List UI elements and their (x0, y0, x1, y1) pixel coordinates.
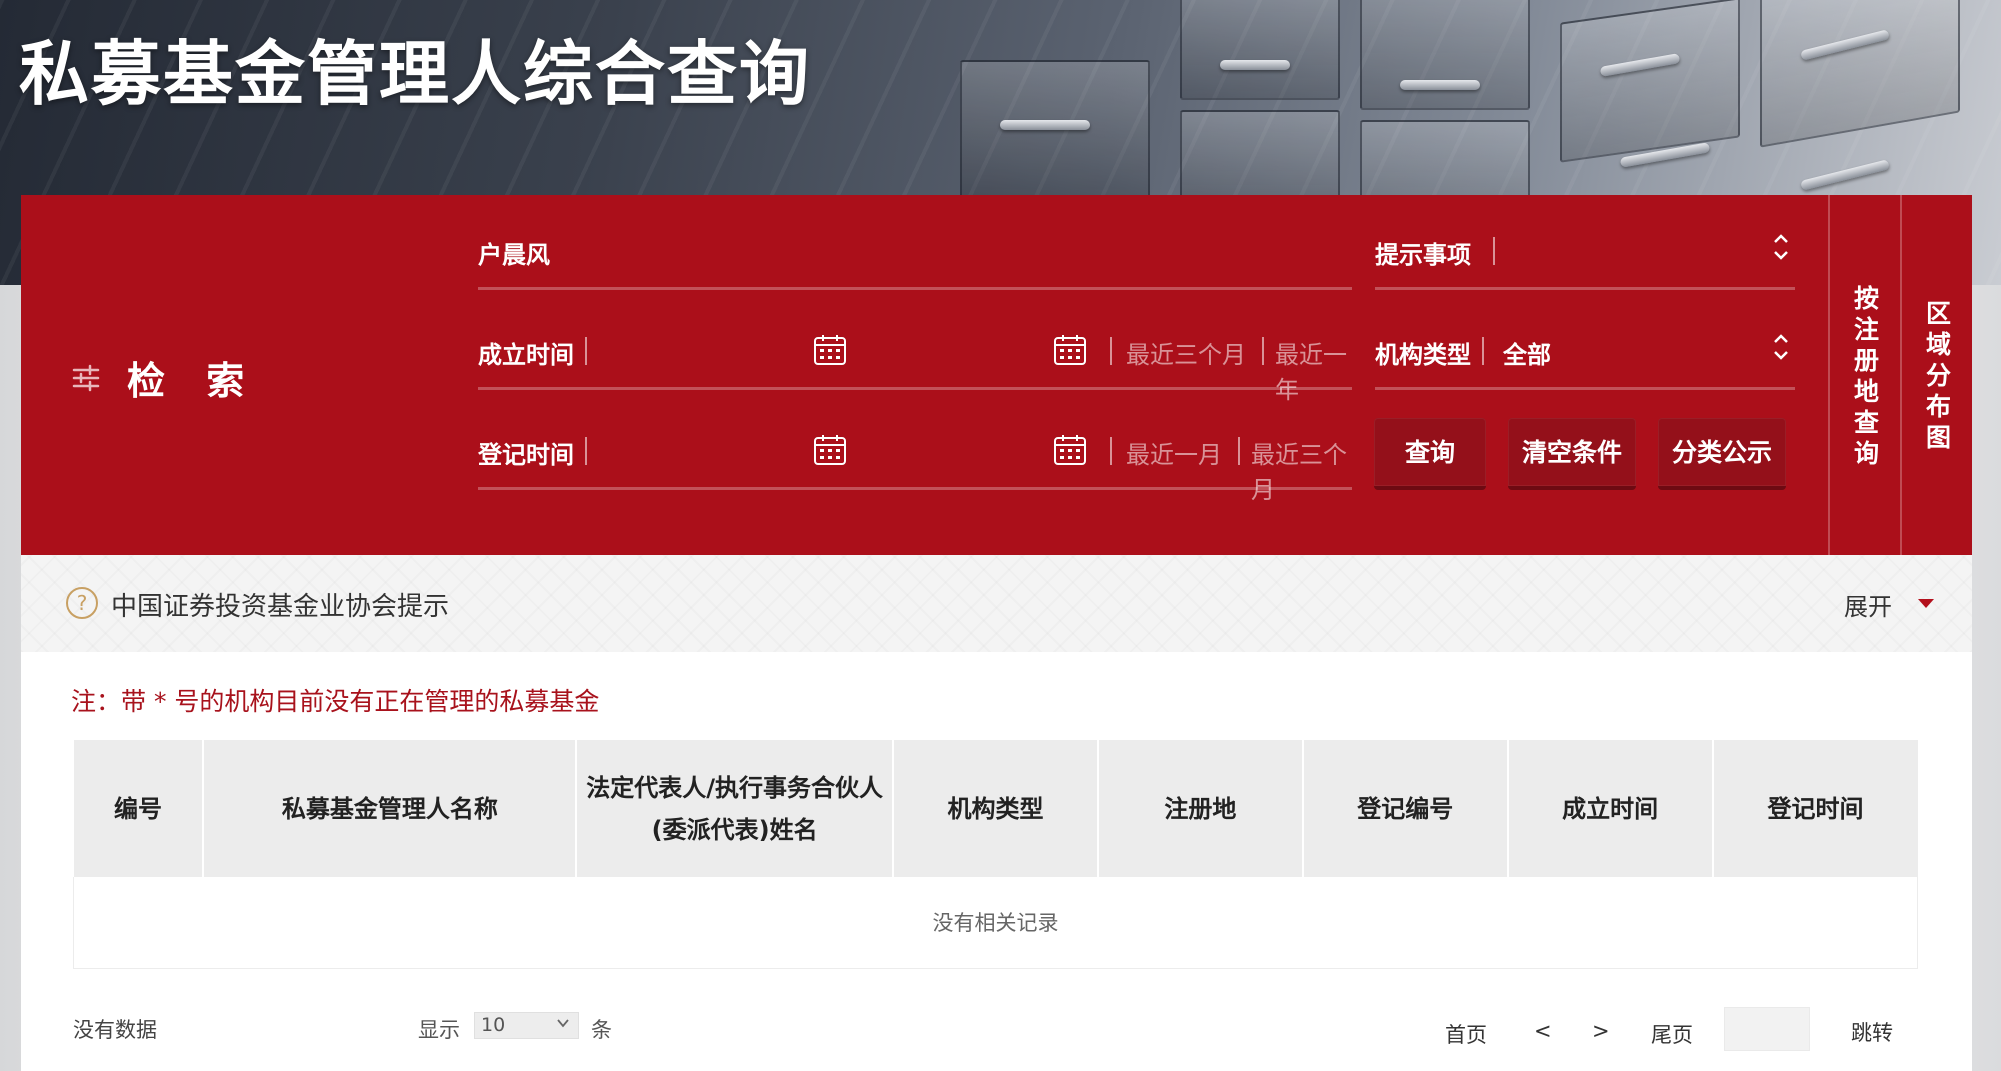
page-size-select[interactable]: 10 (474, 1012, 579, 1039)
keyword-input[interactable]: 户晨风 (478, 215, 1352, 290)
column-header[interactable]: 登记编号 (1301, 740, 1508, 877)
search-heading-label: 检 索 (127, 359, 259, 403)
page-size-unit: 条 (591, 1018, 612, 1042)
banner-decor (1360, 0, 1530, 110)
tab-region-map-label: 区域分布图 (1922, 300, 1952, 455)
calendar-start-icon[interactable] (813, 333, 847, 367)
query-button[interactable]: 查询 (1374, 418, 1486, 490)
updown-chevron-icon (1774, 234, 1788, 260)
table-header-row: 编号 私募基金管理人名称 法定代表人/执行事务合伙人(委派代表)姓名 机构类型 … (73, 740, 1918, 877)
search-heading: 检 索 (71, 350, 258, 405)
banner-decor (1000, 120, 1090, 130)
tab-by-registration-place[interactable]: 按注册地查询 (1828, 195, 1899, 555)
quick-established-3m[interactable]: 最近三个月 (1126, 335, 1246, 370)
column-header[interactable]: 机构类型 (892, 740, 1098, 877)
column-header[interactable]: 注册地 (1096, 740, 1303, 877)
banner-decor (960, 60, 1150, 200)
empty-state-message: 没有相关记录 (73, 877, 1918, 969)
next-page-button[interactable]: > (1592, 1019, 1610, 1043)
banner-decor (1400, 80, 1480, 90)
org-type-value: 全部 (1503, 341, 1551, 369)
hint-select[interactable]: 提示事项 (1375, 215, 1795, 290)
keyword-input-value: 户晨风 (478, 241, 550, 269)
association-notice: ? 中国证券投资基金业协会提示 展开 (21, 555, 1972, 652)
field-divider (1110, 437, 1112, 465)
registered-time-range: 登记时间 最近一月 最近三个月 (478, 415, 1352, 504)
jump-button[interactable]: 跳转 (1851, 1017, 1893, 1047)
registered-time-label: 登记时间 (478, 441, 574, 469)
column-header[interactable]: 登记时间 (1711, 740, 1918, 877)
column-header[interactable]: 编号 (73, 740, 204, 877)
field-divider (585, 437, 587, 465)
updown-chevron-icon (1774, 334, 1788, 360)
column-header[interactable]: 私募基金管理人名称 (202, 740, 577, 877)
quick-registered-1m[interactable]: 最近一月 (1126, 435, 1222, 470)
org-type-select[interactable]: 机构类型 全部 (1375, 315, 1795, 390)
footnote: 注：带 * 号的机构目前没有正在管理的私募基金 (71, 687, 600, 716)
last-page-button[interactable]: 尾页 (1651, 1019, 1693, 1049)
banner-decor (1220, 60, 1290, 70)
clear-conditions-button[interactable]: 清空条件 (1508, 418, 1636, 490)
page-title: 私募基金管理人综合查询 (19, 33, 811, 115)
hint-select-label: 提示事项 (1375, 241, 1471, 269)
page-jump-input[interactable] (1724, 1007, 1810, 1051)
results-table: 编号 私募基金管理人名称 法定代表人/执行事务合伙人(委派代表)姓名 机构类型 … (73, 740, 1918, 969)
banner-decor (1560, 0, 1740, 163)
column-header[interactable]: 成立时间 (1506, 740, 1713, 877)
tab-by-registration-place-label: 按注册地查询 (1850, 285, 1880, 471)
field-divider (1262, 337, 1264, 365)
column-header[interactable]: 法定代表人/执行事务合伙人(委派代表)姓名 (575, 740, 894, 877)
filter-sliders-icon (72, 364, 100, 391)
field-divider (1493, 237, 1495, 265)
org-type-label: 机构类型 (1375, 341, 1471, 369)
notice-title: 中国证券投资基金业协会提示 (111, 592, 450, 622)
field-divider (1482, 337, 1484, 365)
search-panel: 检 索 户晨风 提示事项 成立时间 最近三个月 最近一年 机构类型 全部 登记时… (21, 195, 1972, 555)
help-question-icon: ? (66, 587, 98, 619)
prev-page-button[interactable]: < (1534, 1019, 1552, 1043)
banner-decor (1180, 0, 1340, 100)
field-divider (1110, 337, 1112, 365)
calendar-end-icon[interactable] (1053, 333, 1087, 367)
calendar-start-icon[interactable] (813, 433, 847, 467)
caret-down-icon[interactable] (1918, 599, 1934, 608)
field-divider (1238, 437, 1240, 465)
chevron-down-icon (557, 1019, 569, 1028)
tab-region-map[interactable]: 区域分布图 (1900, 195, 1971, 555)
established-time-label: 成立时间 (478, 341, 574, 369)
page-size-label: 显示 (418, 1018, 460, 1042)
category-disclosure-button[interactable]: 分类公示 (1658, 418, 1786, 490)
established-time-range: 成立时间 最近三个月 最近一年 (478, 315, 1352, 404)
banner-decor (1760, 0, 1960, 148)
calendar-end-icon[interactable] (1053, 433, 1087, 467)
no-data-label: 没有数据 (73, 1018, 157, 1042)
table-row: 没有相关记录 (73, 877, 1918, 969)
quick-established-1y[interactable]: 最近一年 (1275, 335, 1352, 405)
results-section: 注：带 * 号的机构目前没有正在管理的私募基金 编号 私募基金管理人名称 法定代… (21, 652, 1972, 1071)
page-size-value: 10 (481, 1014, 506, 1036)
quick-registered-3m[interactable]: 最近三个月 (1251, 435, 1352, 505)
first-page-button[interactable]: 首页 (1445, 1019, 1487, 1049)
field-divider (585, 337, 587, 365)
expand-toggle[interactable]: 展开 (1844, 587, 1892, 622)
banner-decor (1800, 159, 1890, 191)
